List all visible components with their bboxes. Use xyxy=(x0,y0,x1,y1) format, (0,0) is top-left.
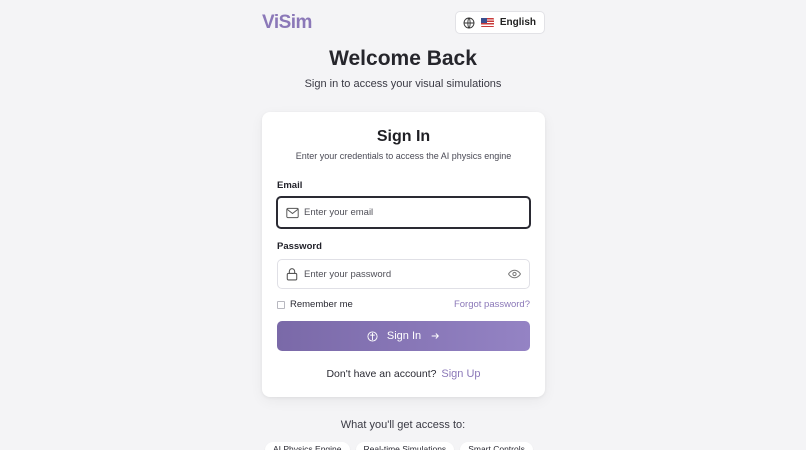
feature-pills: AI Physics Engine Real-time Simulations … xyxy=(265,442,533,450)
feature-pill: Smart Controls xyxy=(460,442,533,450)
password-input[interactable] xyxy=(304,268,494,280)
atom-icon xyxy=(367,330,378,342)
signup-row: Don't have an account? Sign Up xyxy=(262,368,545,380)
globe-icon xyxy=(463,17,475,28)
lock-icon xyxy=(286,268,298,281)
feature-pill: Real-time Simulations xyxy=(355,442,455,450)
access-title: What you'll get access to: xyxy=(340,419,466,431)
language-selector[interactable]: English xyxy=(454,11,545,34)
email-label: Email xyxy=(277,180,303,191)
options-row: Remember me Forgot password? xyxy=(277,299,530,310)
password-label: Password xyxy=(277,241,322,252)
remember-me[interactable]: Remember me xyxy=(277,299,353,310)
language-label: English xyxy=(499,17,536,28)
password-field-container[interactable] xyxy=(277,259,530,289)
email-field-container[interactable] xyxy=(276,196,531,229)
page-subtitle: Sign in to access your visual simulation… xyxy=(304,78,502,90)
us-flag-icon xyxy=(480,18,494,27)
app-logo[interactable]: ViSim xyxy=(262,12,312,34)
arrow-right-icon xyxy=(431,333,440,339)
mail-icon xyxy=(286,207,299,218)
top-bar: ViSim English xyxy=(262,11,545,34)
signin-card: Sign In Enter your credentials to access… xyxy=(262,112,545,397)
page-title: Welcome Back xyxy=(329,47,477,70)
feature-pill: AI Physics Engine xyxy=(265,442,350,450)
sign-in-button[interactable]: Sign In xyxy=(277,321,530,351)
card-title: Sign In xyxy=(376,128,431,145)
remember-label: Remember me xyxy=(290,299,353,310)
card-subtitle: Enter your credentials to access the AI … xyxy=(295,151,512,161)
email-input[interactable] xyxy=(304,207,494,218)
eye-icon[interactable] xyxy=(508,269,521,279)
sign-up-link[interactable]: Sign Up xyxy=(441,368,480,380)
signup-prompt: Don't have an account? xyxy=(326,368,437,380)
sign-in-label: Sign In xyxy=(386,330,422,342)
remember-checkbox[interactable] xyxy=(277,300,285,309)
forgot-password-link[interactable]: Forgot password? xyxy=(454,299,530,310)
